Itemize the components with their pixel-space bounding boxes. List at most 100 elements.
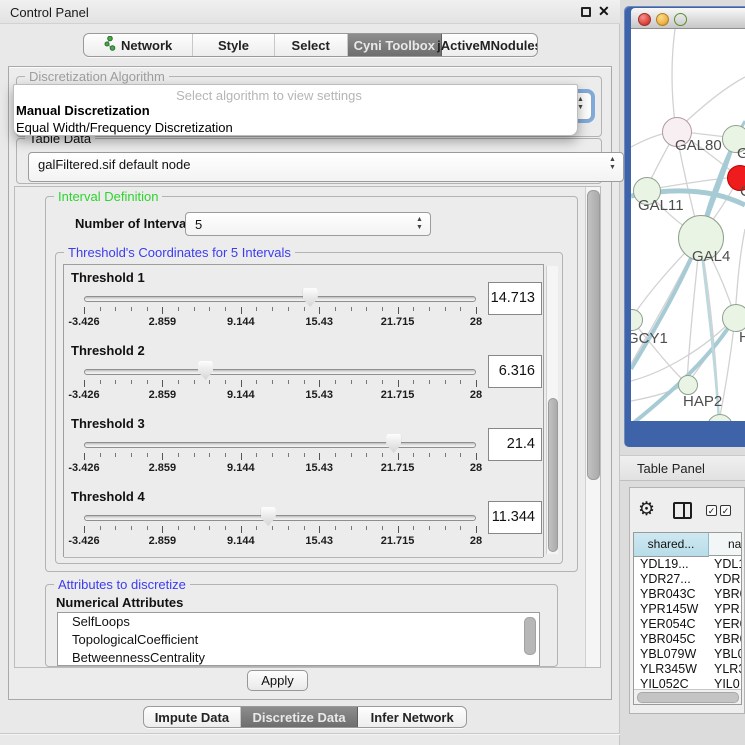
threshold-slider-track[interactable] <box>84 515 476 521</box>
tab-network[interactable]: Network <box>84 34 193 56</box>
column-header-name[interactable]: name <box>709 533 742 556</box>
tick-mark <box>256 380 257 384</box>
tick-mark <box>84 453 85 460</box>
dropdown-option-equal-width[interactable]: Equal Width/Frequency Discretization <box>16 120 233 135</box>
tick-mark <box>460 453 461 457</box>
tick-label: 9.144 <box>227 316 255 328</box>
table-row[interactable]: YBL079W YBL0 <box>634 647 742 662</box>
table-cell[interactable]: YBR045C <box>640 632 710 646</box>
algorithm-group-title: Discretization Algorithm <box>25 69 169 84</box>
tab-label: Infer Network <box>371 710 454 725</box>
main-scrollbar-thumb[interactable] <box>587 190 600 480</box>
table-row[interactable]: YBR045C YBR0 <box>634 632 742 647</box>
attributes-list[interactable]: SelfLoopsTopologicalCoefficientBetweenne… <box>57 612 540 666</box>
network-canvas[interactable]: GAL80GACGAL11GAL4GCY1HAHAP2 <box>631 29 745 421</box>
node-table: shared... name YDL19...YDL1YDR27...YDR2Y… <box>633 532 742 705</box>
gear-icon[interactable]: ⚙ <box>638 498 655 521</box>
table-data-group: Table Data galFiltered.sif default node … <box>16 138 602 184</box>
table-row[interactable]: YLR345W YLR3 <box>634 662 742 677</box>
threshold-slider-thumb[interactable] <box>261 507 276 526</box>
table-cell[interactable]: YBL079W <box>640 647 710 661</box>
threshold-slider-track[interactable] <box>84 442 476 448</box>
checkbox-icon[interactable]: ✓ <box>706 505 717 516</box>
attribute-item[interactable]: BetweennessCentrality <box>58 649 539 666</box>
tick-mark <box>131 526 132 530</box>
tick-mark <box>147 453 148 457</box>
close-icon[interactable]: ✕ <box>598 3 610 20</box>
table-cell[interactable]: YDR27... <box>640 572 710 586</box>
tick-mark <box>84 526 85 533</box>
main-scrollbar-track[interactable] <box>585 187 600 667</box>
threshold-value-field[interactable]: 11.344 <box>488 501 542 534</box>
tick-mark <box>429 453 430 457</box>
tick-mark <box>162 380 163 387</box>
tick-mark <box>319 307 320 314</box>
threshold-slider-thumb[interactable] <box>198 361 213 380</box>
tab-cyni-toolbox[interactable]: Cyni Toolbox <box>348 34 442 56</box>
table-cell[interactable]: YER054C <box>640 617 710 631</box>
tab-infer-network[interactable]: Infer Network <box>358 707 466 727</box>
table-hscrollbar-thumb[interactable] <box>637 692 739 703</box>
tick-mark <box>366 307 367 311</box>
tab-discretize-data[interactable]: Discretize Data <box>241 707 359 727</box>
table-cell[interactable]: YDL1 <box>714 557 742 571</box>
table-cell[interactable]: YDR2 <box>714 572 742 586</box>
network-node-ha[interactable] <box>722 304 745 332</box>
threshold-value-field[interactable]: 21.4 <box>488 428 542 461</box>
tab-label: jActiveMNodules <box>437 38 538 53</box>
threshold-value-field[interactable]: 14.713 <box>488 282 542 315</box>
numerical-attributes-label: Numerical Attributes <box>56 595 183 610</box>
network-node-hap2[interactable] <box>678 375 698 395</box>
threshold-row: Threshold 3 -3.4262.8599.14415.4321.7152… <box>64 411 543 485</box>
table-cell[interactable]: YPR1 <box>714 602 742 616</box>
table-cell[interactable]: YPR145W <box>640 602 710 616</box>
tick-mark <box>335 380 336 384</box>
dropdown-option-manual[interactable]: Manual Discretization <box>16 103 150 118</box>
table-row[interactable]: YDR27... YDR2 <box>634 572 742 587</box>
threshold-scrollbar-thumb[interactable] <box>548 398 558 552</box>
threshold-scrollbar-track[interactable] <box>546 266 558 554</box>
tick-mark <box>445 453 446 457</box>
table-hscrollbar-track[interactable] <box>634 689 742 704</box>
columns-icon[interactable] <box>673 502 692 519</box>
float-window-icon[interactable] <box>581 7 591 17</box>
attributes-scrollbar-thumb[interactable] <box>524 617 536 655</box>
table-row[interactable]: YBR043C YBR0 <box>634 587 742 602</box>
tab-select[interactable]: Select <box>275 34 348 56</box>
table-cell[interactable]: YLR345W <box>640 662 710 676</box>
attribute-item[interactable]: TopologicalCoefficient <box>58 631 539 649</box>
table-cell[interactable]: YBR0 <box>714 632 742 646</box>
tick-mark <box>476 307 477 314</box>
table-row[interactable]: YER054C YER0 <box>634 617 742 632</box>
close-traffic-light-icon[interactable] <box>638 13 651 26</box>
checkbox-icon[interactable]: ✓ <box>720 505 731 516</box>
table-cell[interactable]: YER0 <box>714 617 742 631</box>
attribute-item[interactable]: SelfLoops <box>58 613 539 631</box>
tab-impute-data[interactable]: Impute Data <box>144 707 241 727</box>
tab-jactivemnodules[interactable]: jActiveMNodules <box>442 34 537 56</box>
table-data-combobox[interactable]: galFiltered.sif default node ▲▼ <box>28 152 624 182</box>
tab-style[interactable]: Style <box>193 34 275 56</box>
network-icon <box>104 36 116 54</box>
table-cell[interactable]: YDL19... <box>640 557 710 571</box>
minimize-traffic-light-icon[interactable] <box>656 13 669 26</box>
threshold-slider-track[interactable] <box>84 296 476 302</box>
table-cell[interactable]: YBL0 <box>714 647 742 661</box>
table-cell[interactable]: YBR043C <box>640 587 710 601</box>
tick-label: -3.426 <box>68 535 99 547</box>
threshold-slider-track[interactable] <box>84 369 476 375</box>
network-window-titlebar[interactable] <box>631 8 745 29</box>
table-row[interactable]: YDL19... YDL1 <box>634 557 742 572</box>
zoom-traffic-light-icon[interactable] <box>674 13 687 26</box>
threshold-slider-thumb[interactable] <box>303 288 318 307</box>
column-header-shared-name[interactable]: shared... <box>634 533 709 557</box>
number-of-intervals-combobox[interactable]: 5 ▲▼ <box>185 212 431 236</box>
table-cell[interactable]: YBR0 <box>714 587 742 601</box>
threshold-slider-thumb[interactable] <box>386 434 401 453</box>
apply-button[interactable]: Apply <box>247 670 308 691</box>
tick-label: 2.859 <box>149 462 177 474</box>
number-of-intervals-value: 5 <box>195 217 202 232</box>
threshold-value-field[interactable]: 6.316 <box>488 355 542 388</box>
table-cell[interactable]: YLR3 <box>714 662 742 676</box>
table-row[interactable]: YPR145W YPR1 <box>634 602 742 617</box>
